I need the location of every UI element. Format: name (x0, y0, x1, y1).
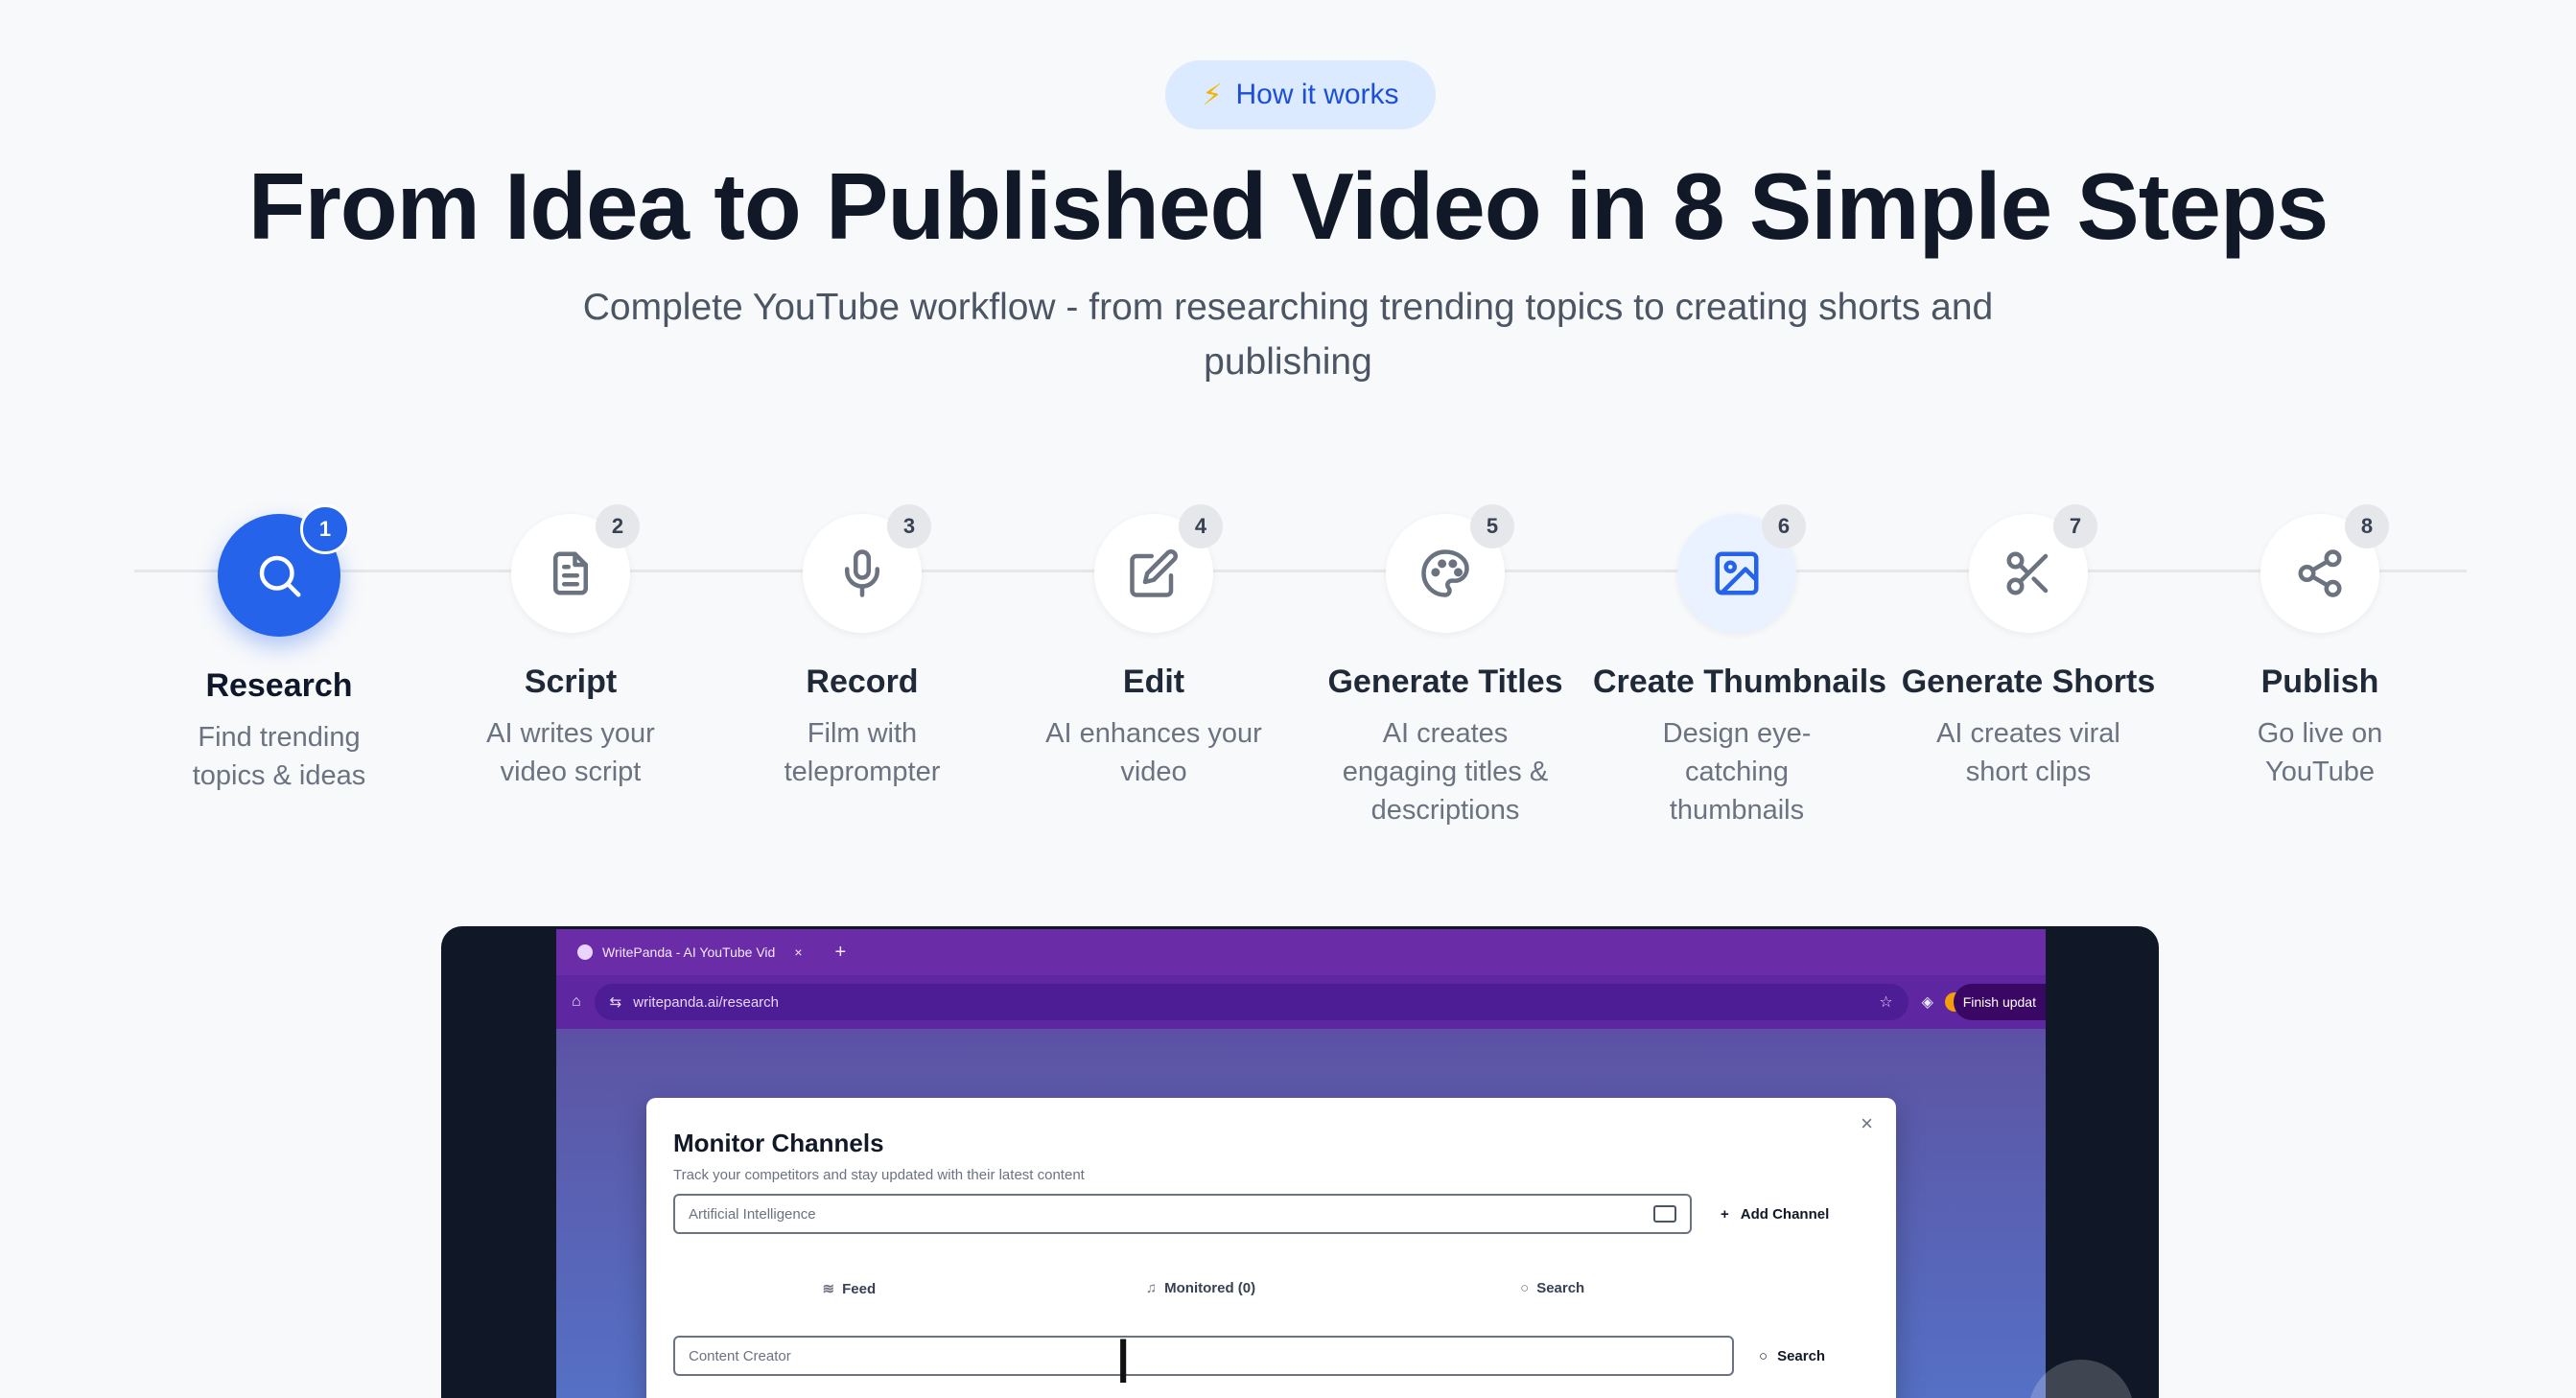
step-title: Edit (1122, 664, 1185, 700)
step-title: Publish (2260, 664, 2379, 700)
step-icon-circle[interactable]: 3 (803, 504, 931, 633)
tab-monitored: ♫ Monitored (0) (1145, 1280, 1256, 1296)
step-record[interactable]: 3 Record Film with teleprompter (718, 504, 1006, 791)
scissors-icon (2006, 551, 2049, 595)
badge-label: How it works (1235, 79, 1399, 110)
url-field: ⇆ writepanda.ai/research ☆ (594, 984, 1909, 1020)
page-subtitle: Complete YouTube workflow - from researc… (582, 287, 1994, 383)
step-icon-circle[interactable]: 5 (1386, 504, 1514, 633)
bell-icon: ♫ (1145, 1280, 1158, 1296)
step-title: Record (806, 664, 919, 700)
step-create-thumbnails[interactable]: 6 Create Thumbnails Design eye-catching … (1593, 504, 1887, 829)
step-description: Go live on YouTube (2257, 718, 2383, 787)
add-channel-label: Add Channel (1740, 1205, 1830, 1223)
tab-feed: ≋ Feed (822, 1281, 877, 1297)
browser-address-bar: ⌂ ⇆ writepanda.ai/research ☆ ◈ Finish up… (556, 975, 2046, 1029)
step-description: AI creates viral short clips (1936, 718, 2120, 787)
demo-screen: WritePanda - AI YouTube Vid × + ⌂ ⇆ writ… (556, 929, 2046, 1398)
step-title: Generate Shorts (1901, 664, 2156, 700)
plus-icon: + (1721, 1205, 1729, 1223)
palette-icon (1421, 549, 1469, 597)
browser-tab-strip: WritePanda - AI YouTube Vid × + (556, 929, 2046, 975)
search-button: ○ Search (1759, 1336, 1825, 1376)
search-icon: ○ (1520, 1280, 1530, 1296)
how-it-works-badge: ⚡ How it works (1165, 60, 1436, 129)
youtube-icon (1653, 1205, 1676, 1223)
step-generate-titles[interactable]: 5 Generate Titles AI creates engaging ti… (1301, 504, 1589, 829)
modal-subtitle: Track your competitors and stay updated … (673, 1167, 1085, 1183)
home-icon: ⌂ (572, 993, 581, 1010)
finish-update-button: Finish updat (1953, 984, 2046, 1020)
step-icon-circle[interactable]: 2 (511, 504, 640, 633)
plus-icon: + (834, 941, 847, 963)
edit-icon (1130, 549, 1178, 597)
add-channel-button: + Add Channel (1721, 1194, 1829, 1234)
step-number-badge: 8 (2345, 504, 2389, 548)
step-number-badge: 1 (300, 504, 350, 554)
search-button-label: Search (1777, 1347, 1826, 1364)
microphone-icon (845, 549, 879, 597)
demo-video[interactable]: WritePanda - AI YouTube Vid × + ⌂ ⇆ writ… (441, 926, 2159, 1398)
step-number-badge: 6 (1762, 504, 1806, 548)
modal-title: Monitor Channels (673, 1129, 884, 1157)
step-title: Research (205, 667, 353, 704)
share-icon (2298, 549, 2342, 597)
search-input-value: Content Creator (689, 1347, 791, 1364)
step-number-badge: 7 (2053, 504, 2097, 548)
step-icon-circle[interactable]: 4 (1094, 504, 1223, 633)
step-icon-circle[interactable]: 1 (218, 504, 350, 637)
text-cursor-icon: I (1114, 1327, 1133, 1397)
step-title: Generate Titles (1327, 664, 1563, 700)
tab-search: ○ Search (1520, 1280, 1585, 1296)
step-description: AI writes your video script (486, 718, 655, 787)
browser-tab-title: WritePanda - AI YouTube Vid (602, 944, 776, 960)
step-number-badge: 3 (887, 504, 931, 548)
step-title: Create Thumbnails (1593, 664, 1887, 700)
close-icon: × (794, 944, 803, 960)
rss-icon: ≋ (822, 1281, 835, 1297)
step-number-badge: 2 (596, 504, 640, 548)
step-generate-shorts[interactable]: 7 Generate Shorts AI creates viral short… (1885, 504, 2172, 791)
step-number-badge: 4 (1179, 504, 1223, 548)
search-icon: ○ (1759, 1347, 1768, 1364)
close-icon: × (1861, 1111, 1873, 1135)
search-icon (259, 555, 301, 597)
url-text: writepanda.ai/research (633, 993, 780, 1011)
panda-logo-icon (577, 944, 593, 960)
channel-input-value: Artificial Intelligence (689, 1205, 816, 1223)
step-description: AI enhances your video (1045, 718, 1262, 787)
channel-input: Artificial Intelligence (673, 1194, 1692, 1234)
step-title: Script (524, 664, 618, 700)
image-icon (1715, 551, 1759, 595)
star-icon: ☆ (1879, 994, 1893, 1011)
step-edit[interactable]: 4 Edit AI enhances your video (1010, 504, 1298, 791)
search-input: Content Creator (673, 1336, 1734, 1376)
browser-tab: WritePanda - AI YouTube Vid × + (568, 929, 855, 975)
lightning-icon: ⚡ (1202, 79, 1223, 111)
extension-icon: ◈ (1921, 994, 1933, 1011)
step-icon-circle[interactable]: 8 (2260, 504, 2389, 633)
step-research[interactable]: 1 Research Find trending topics & ideas (135, 504, 423, 795)
step-description: AI creates engaging titles & description… (1342, 718, 1549, 826)
step-number-badge: 5 (1470, 504, 1514, 548)
modal-tabs: ≋ Feed ♫ Monitored (0) ○ Search (673, 1280, 1728, 1297)
step-icon-circle[interactable]: 7 (1969, 504, 2097, 633)
step-publish[interactable]: 8 Publish Go live on YouTube (2176, 504, 2464, 791)
document-icon (553, 551, 588, 595)
step-icon-circle[interactable]: 6 (1677, 504, 1806, 633)
step-script[interactable]: 2 Script AI writes your video script (427, 504, 714, 791)
step-description: Design eye-catching thumbnails (1662, 718, 1812, 826)
step-description: Find trending topics & ideas (192, 722, 366, 791)
monitor-channels-modal: × Monitor Channels Track your competitor… (646, 1098, 1896, 1398)
page-title: From Idea to Published Video in 8 Simple… (247, 153, 2330, 259)
site-settings-icon: ⇆ (609, 994, 622, 1011)
step-description: Film with teleprompter (784, 718, 941, 787)
